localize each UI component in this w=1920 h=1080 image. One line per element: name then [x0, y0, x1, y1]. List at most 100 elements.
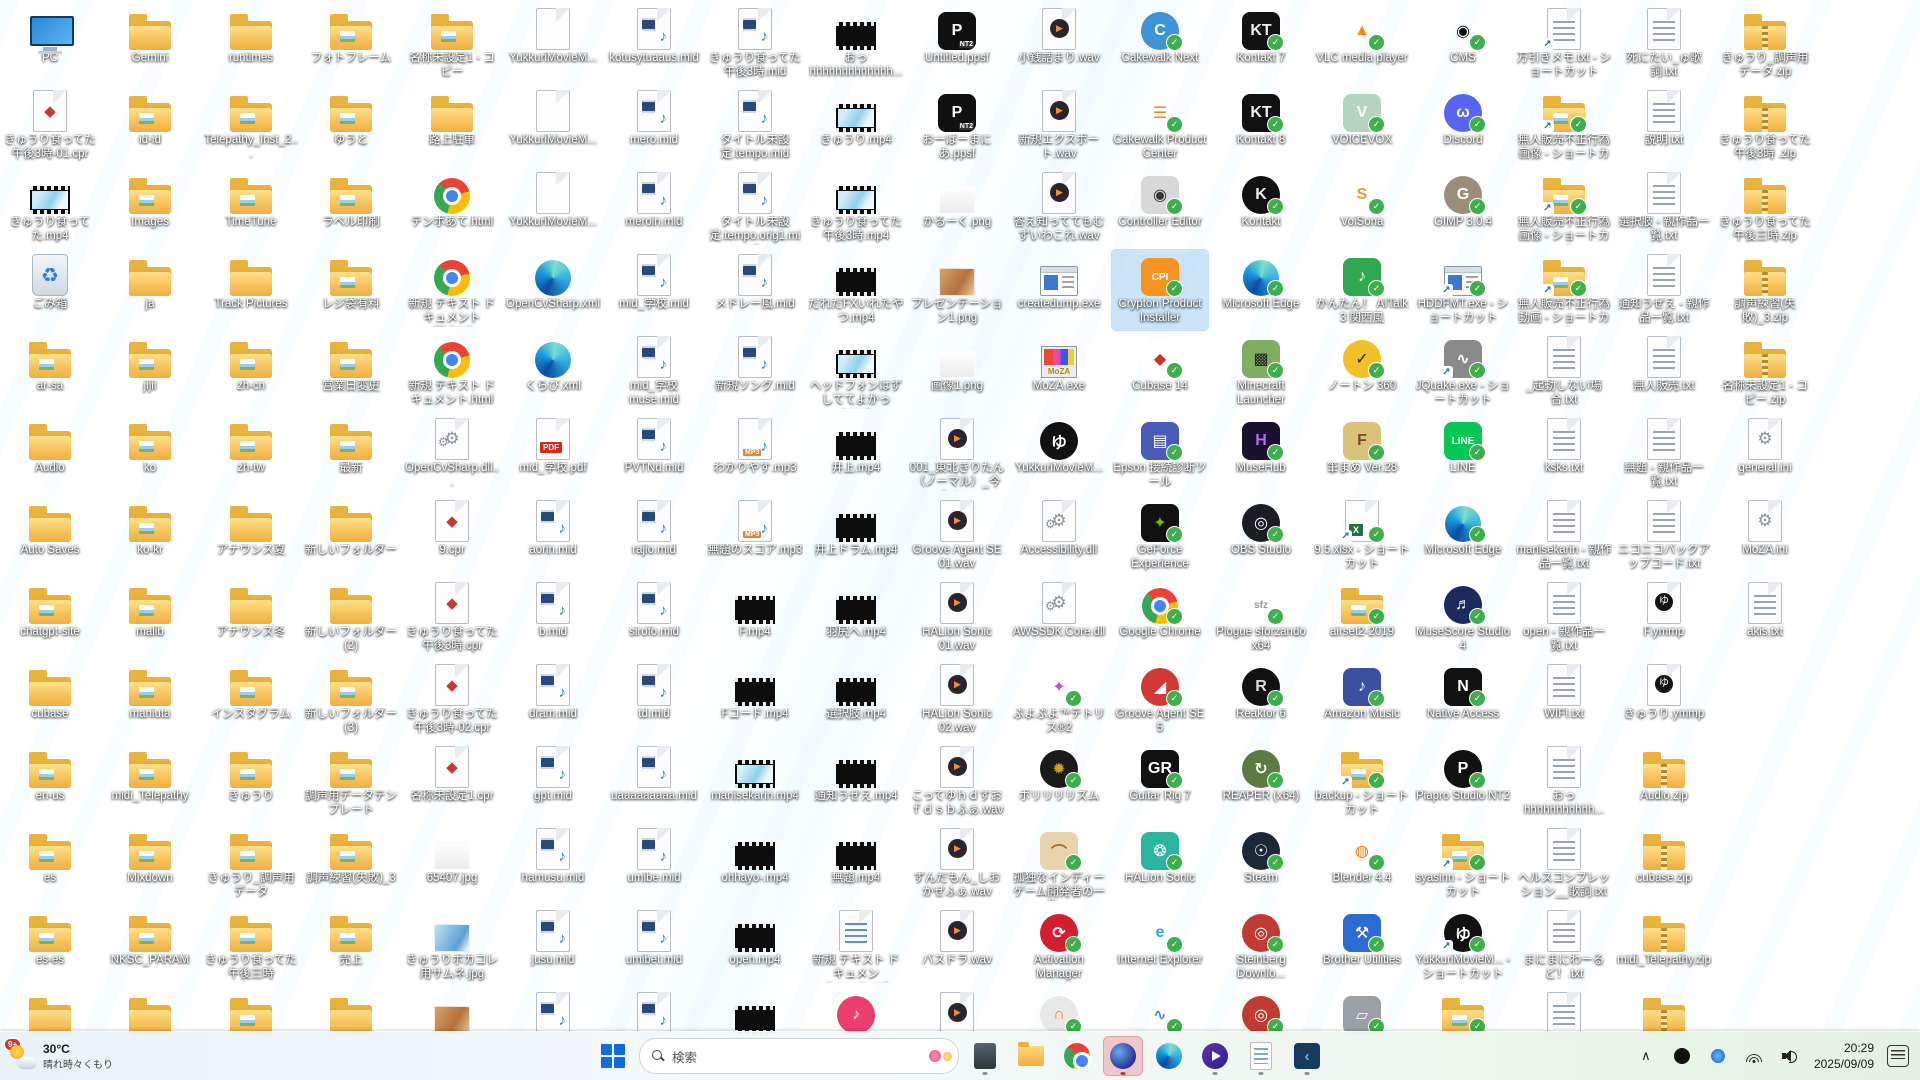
desktop-icon[interactable]: ◆名称未設定1.cpr: [404, 742, 500, 822]
desktop-icon[interactable]: 画像1.png: [909, 332, 1005, 412]
desktop-icon[interactable]: きゅうり.mp4: [808, 86, 904, 166]
desktop-icon[interactable]: 無題 - 親作品一覧.txt: [1616, 414, 1712, 494]
desktop-icon[interactable]: YukkuriMovieM...: [505, 4, 601, 84]
desktop-icon[interactable]: 調声用データテンプレート: [303, 742, 399, 822]
desktop-icon[interactable]: C✓Cakewalk Next: [1112, 4, 1208, 84]
desktop-icon[interactable]: ⚙MoZA.ini: [1717, 496, 1813, 576]
desktop-icon[interactable]: プレゼンテーション1.png: [909, 250, 1005, 330]
desktop-icon[interactable]: X✓↗9.5.xlsx - ショートカット: [1314, 496, 1410, 576]
desktop-icon[interactable]: ar-sa: [2, 332, 98, 412]
desktop-icon[interactable]: まにまにわーるど！.txt: [1516, 906, 1612, 986]
desktop-icon[interactable]: MoZA.exe: [1011, 332, 1107, 412]
desktop-icon[interactable]: ◢✓Groove Agent SE 5: [1112, 660, 1208, 740]
wifi-icon[interactable]: [1738, 1038, 1770, 1074]
desktop-icon[interactable]: ◆きゅうり食ってた午後3時.cpr: [404, 578, 500, 658]
desktop-icon[interactable]: だれだFXいれたやつ.mp4: [808, 250, 904, 330]
desktop-icon[interactable]: 調声練習(失敗)_3.zip: [1717, 250, 1813, 330]
taskbar-app-code-editor[interactable]: ‹: [1287, 1036, 1327, 1076]
desktop-icon[interactable]: Track Pictures: [203, 250, 299, 330]
desktop-icon[interactable]: ◎✓Steinberg Downlo...: [1213, 906, 1309, 986]
desktop-icon[interactable]: ♪kotusytuaaus.mid: [606, 4, 702, 84]
desktop-icon[interactable]: ko: [102, 414, 198, 494]
desktop-icon[interactable]: ⚙⚙OpenCvSharp.dll...: [404, 414, 500, 494]
desktop-icon[interactable]: ◆9.cpr: [404, 496, 500, 576]
desktop-icon[interactable]: _起動しない場合.txt: [1516, 332, 1612, 412]
desktop-icon[interactable]: きゅうりボカコレ用サムネ.jpg: [404, 906, 500, 986]
desktop-icon[interactable]: Fコード.mp4: [707, 660, 803, 740]
desktop-icon[interactable]: chatgpt-site: [2, 578, 98, 658]
taskbar-app-media-player[interactable]: [1195, 1036, 1235, 1076]
desktop-icon[interactable]: 選択肢.mp4: [808, 660, 904, 740]
desktop-icon[interactable]: F✓筆まめ Ver.28: [1314, 414, 1410, 494]
desktop-icon[interactable]: ニコニコバックアップコード.txt: [1616, 496, 1712, 576]
desktop-icon[interactable]: きゅうり_調声用データ: [203, 824, 299, 904]
desktop-icon[interactable]: ♪umibe.mid: [606, 824, 702, 904]
desktop-icon[interactable]: きゅうり食ってた午後三時: [203, 906, 299, 986]
desktop-icon[interactable]: F.mp4: [707, 578, 803, 658]
desktop-icon[interactable]: 最新: [303, 414, 399, 494]
desktop-icon[interactable]: K✓Kontakt: [1213, 168, 1309, 248]
desktop-icon[interactable]: KT✓Kontakt 7: [1213, 4, 1309, 84]
desktop-icon[interactable]: id-id: [102, 86, 198, 166]
desktop-icon[interactable]: きゅうり食ってた.mp4: [2, 168, 98, 248]
volume-icon[interactable]: [1774, 1038, 1806, 1074]
desktop-icon[interactable]: createdump.exe: [1011, 250, 1107, 330]
desktop-icon[interactable]: ▶こってゆｈｄすおｆｄｓｂふぁ.wav: [909, 742, 1005, 822]
desktop-icon[interactable]: ▶ずんだもん_しおかぜふぁ.wav: [909, 824, 1005, 904]
desktop-icon[interactable]: ❂✓HALion Sonic: [1112, 824, 1208, 904]
desktop-icon[interactable]: ヘルスコンプレッション__歌詞.txt: [1516, 824, 1612, 904]
desktop-icon[interactable]: ∿✓↗JQuake.exe - ショートカット: [1415, 332, 1511, 412]
desktop-icon[interactable]: cubase.zip: [1616, 824, 1712, 904]
desktop-icon[interactable]: ラベル印刷: [303, 168, 399, 248]
desktop-icon[interactable]: ✓↗backup - ショートカット: [1314, 742, 1410, 822]
desktop-icon[interactable]: ω✓Discord: [1415, 86, 1511, 166]
desktop-icon[interactable]: アナウンス夏: [203, 496, 299, 576]
desktop-icon[interactable]: ohhayo-.mp4: [707, 824, 803, 904]
desktop-icon[interactable]: ♪タイトル未設定.tempo.mid: [707, 86, 803, 166]
desktop-icon[interactable]: PNT2Untitled.ppsf: [909, 4, 1005, 84]
desktop-icon[interactable]: ♪新規ソング.mid: [707, 332, 803, 412]
desktop-icon[interactable]: ✓Google Chrome: [1112, 578, 1208, 658]
desktop-icon[interactable]: ♪MP3無題のスコア.mp3: [707, 496, 803, 576]
desktop-icon[interactable]: ✹✓ポリリリリズム: [1011, 742, 1107, 822]
clock[interactable]: 20:29 2025/09/09: [1810, 1040, 1878, 1072]
desktop-icon[interactable]: 調声練習(失敗)_3: [303, 824, 399, 904]
desktop-icon[interactable]: ♪mid_学校muse.mid: [606, 332, 702, 412]
desktop-icon[interactable]: 無人販売.txt: [1616, 332, 1712, 412]
desktop-icon[interactable]: ja: [102, 250, 198, 330]
desktop-icon[interactable]: manisekarin - 親作品一覧.txt: [1516, 496, 1612, 576]
desktop-icon[interactable]: 説明.txt: [1616, 86, 1712, 166]
desktop-icon[interactable]: YukkuriMovieM...: [505, 168, 601, 248]
desktop-icon[interactable]: ▩✓Minecraft Launcher: [1213, 332, 1309, 412]
desktop-icon[interactable]: レジ袋有料: [303, 250, 399, 330]
desktop-icon[interactable]: PDFmid_学校.pdf: [505, 414, 601, 494]
desktop-icon[interactable]: ☰✓Cakewalk Product Center: [1112, 86, 1208, 166]
desktop-icon[interactable]: 新しいフォルダー (2): [303, 578, 399, 658]
desktop-icon[interactable]: ⟳✓Activation Manager: [1011, 906, 1107, 986]
desktop-icon[interactable]: ゆ✓↗YukkuriMovieM... - ショートカット: [1415, 906, 1511, 986]
desktop-icon[interactable]: ↗万引きメモ.txt - ショートカット: [1516, 4, 1612, 84]
desktop-icon[interactable]: ◉✓Controller Editor: [1112, 168, 1208, 248]
desktop-icon[interactable]: ♪メドレー風.mid: [707, 250, 803, 330]
desktop-icon[interactable]: ▶HALion Sonic 01.wav: [909, 578, 1005, 658]
tray-chevron-up-icon[interactable]: ∧: [1630, 1038, 1662, 1074]
taskbar-app-file-explorer[interactable]: [1011, 1036, 1051, 1076]
desktop-icon[interactable]: malib: [102, 578, 198, 658]
desktop-icon[interactable]: ♪タイトル未設定.tempo.orig1.mid: [707, 168, 803, 248]
desktop-icon[interactable]: zh-tw: [203, 414, 299, 494]
desktop-icon[interactable]: ▲✓VLC media player: [1314, 4, 1410, 84]
taskbar-app-edge[interactable]: [1149, 1036, 1189, 1076]
desktop-icon[interactable]: かるーく.png: [909, 168, 1005, 248]
desktop-icon[interactable]: 新規 テキスト ドキュメント (2).html: [404, 250, 500, 330]
desktop-icon[interactable]: ▶小銭詰まり.wav: [1011, 4, 1107, 84]
desktop-icon[interactable]: akis.txt: [1717, 578, 1813, 658]
desktop-icon[interactable]: S✓VoiSona: [1314, 168, 1410, 248]
desktop-icon[interactable]: ♪td.mid: [606, 660, 702, 740]
desktop-icon[interactable]: G✓GIMP 3.0.4: [1415, 168, 1511, 248]
desktop-icon[interactable]: Images: [102, 168, 198, 248]
desktop-icon[interactable]: ♪PVTNd.mid: [606, 414, 702, 494]
desktop-icon[interactable]: ゆF.ymmp: [1616, 578, 1712, 658]
desktop-icon[interactable]: ♪gpt.mid: [505, 742, 601, 822]
desktop-icon[interactable]: open.mp4: [707, 906, 803, 986]
desktop-icon[interactable]: ♪rajio.mid: [606, 496, 702, 576]
